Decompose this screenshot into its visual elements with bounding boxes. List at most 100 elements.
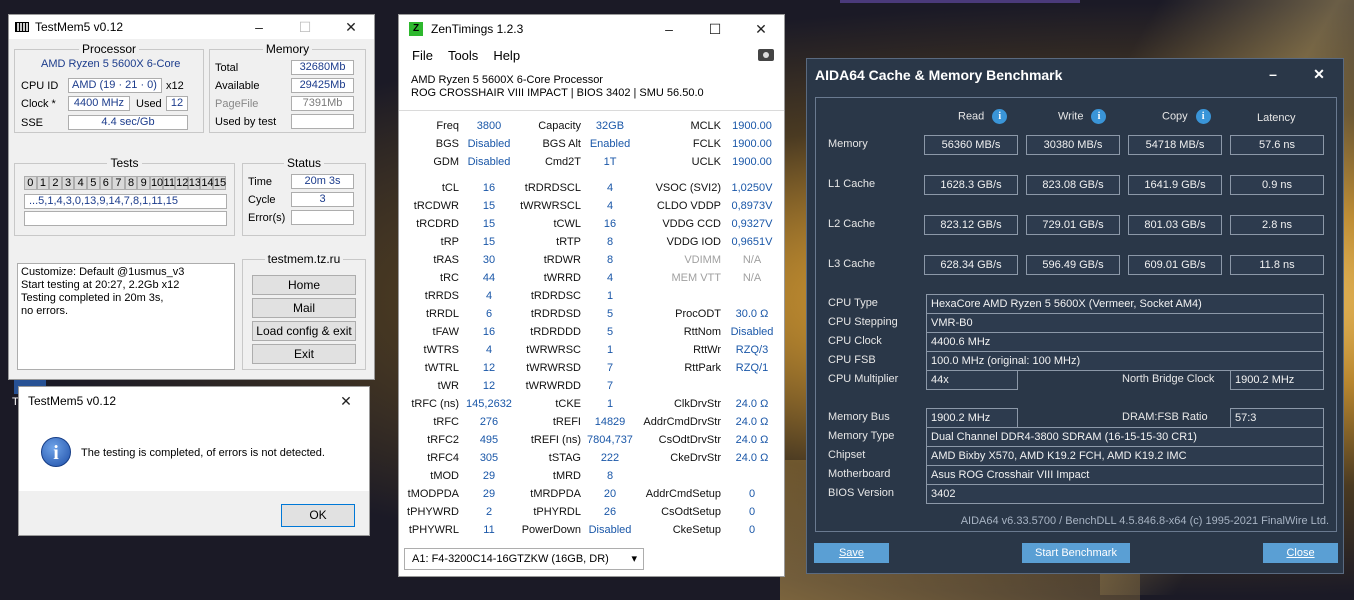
nb-clock-value: 1900.2 MHz — [1230, 370, 1324, 390]
test-cell: 5 — [86, 176, 100, 190]
bench-copy-value: 1641.9 GB/s — [1128, 175, 1222, 195]
timing-value: 15 — [482, 200, 496, 212]
bench-read-value: 1628.3 GB/s — [924, 175, 1018, 195]
start-benchmark-button[interactable]: Start Benchmark — [1022, 543, 1130, 563]
timing-label: tMODPDA — [407, 488, 459, 500]
timing-label: tRDRDSCL — [524, 182, 581, 194]
timing-value: 12 — [482, 362, 496, 374]
read-info-icon[interactable]: i — [992, 109, 1008, 124]
status-group: Status Time 20m 3s Cycle 3 Error(s) — [242, 156, 366, 236]
timing-label: tRFC2 — [427, 434, 459, 446]
home-button[interactable]: Home — [252, 275, 356, 295]
camera-icon[interactable] — [758, 49, 774, 61]
save-button[interactable]: Save — [814, 543, 889, 563]
aida-titlebar[interactable]: AIDA64 Cache & Memory Benchmark – ✕ — [807, 59, 1343, 91]
timing-row: tRRDL 6 tRDRDSD 5 ProcODT 30.0 Ω — [399, 305, 786, 323]
total-field: 32680Mb — [291, 60, 354, 75]
bench-write-value: 30380 MB/s — [1026, 135, 1120, 155]
menu-file[interactable]: File — [412, 48, 433, 63]
header-write: Write i — [1058, 109, 1107, 124]
menu-help[interactable]: Help — [493, 48, 520, 63]
zentimings-titlebar[interactable]: Z ZenTimings 1.2.3 – ☐ ✕ — [399, 15, 784, 43]
test-cell: 3 — [61, 176, 75, 190]
timing-value: 5 — [606, 326, 614, 338]
timing-value: 7 — [606, 380, 614, 392]
zt-minimize-button[interactable]: – — [646, 15, 692, 43]
timing-label: tWR — [437, 380, 459, 392]
minimize-button[interactable]: – — [236, 15, 282, 39]
zt-close-button[interactable]: ✕ — [738, 15, 784, 43]
bench-latency-value: 57.6 ns — [1230, 135, 1324, 155]
zt-maximize-button[interactable]: ☐ — [692, 15, 738, 43]
errors-label: Error(s) — [248, 212, 286, 224]
timing-label: GDM — [433, 156, 459, 168]
aida-close-button[interactable]: ✕ — [1299, 59, 1339, 89]
zt-system-info: AMD Ryzen 5 5600X 6-Core Processor ROG C… — [399, 67, 784, 111]
timing-label: tRDWR — [543, 254, 581, 266]
bench-write-value: 596.49 GB/s — [1026, 255, 1120, 275]
mem-bus-value: 1900.2 MHz — [926, 408, 1018, 428]
test-cell: 9 — [137, 176, 150, 190]
site-link[interactable]: testmem.tz.ru — [264, 252, 344, 266]
test-cell: 1 — [36, 176, 50, 190]
write-info-icon[interactable]: i — [1091, 109, 1107, 124]
ok-button[interactable]: OK — [281, 504, 355, 527]
timing-label: CkeSetup — [672, 524, 721, 536]
pagefile-field: 7391Mb — [291, 96, 354, 111]
timing-label: tREFI (ns) — [530, 434, 581, 446]
mobo-label: Motherboard — [828, 468, 891, 480]
timing-value: 12 — [482, 380, 496, 392]
close-button[interactable]: ✕ — [328, 15, 374, 39]
copy-info-icon[interactable]: i — [1195, 109, 1211, 124]
aida-minimize-button[interactable]: – — [1253, 59, 1293, 89]
header-copy: Copy i — [1162, 109, 1211, 124]
timing-label: Freq — [436, 120, 459, 132]
cpu-clock-label: CPU Clock — [828, 335, 882, 347]
timing-label: tPHYWRD — [407, 506, 459, 518]
timing-label: tWRWRSD — [526, 362, 581, 374]
timing-label: tWRWRSCL — [520, 200, 581, 212]
bench-latency-value: 2.8 ns — [1230, 215, 1324, 235]
timing-value: 30 — [482, 254, 496, 266]
mem-bus-label: Memory Bus — [828, 411, 890, 423]
timing-label: RttWr — [693, 344, 721, 356]
dialog-close-button[interactable]: ✕ — [323, 387, 369, 415]
testmem-window: TestMem5 v0.12 – ☐ ✕ Processor AMD Ryzen… — [8, 14, 375, 380]
timing-value: 276 — [479, 416, 499, 428]
timing-label: VDDG CCD — [662, 218, 721, 230]
dram-ratio-value: 57:3 — [1230, 408, 1324, 428]
dialog-title: TestMem5 v0.12 — [28, 394, 117, 408]
memory-group: Memory Total 32680Mb Available 29425Mb P… — [209, 42, 366, 133]
timing-label: tFAW — [432, 326, 459, 338]
cpu-type-label: CPU Type — [828, 297, 878, 309]
load-config-exit-button[interactable]: Load config & exit — [252, 321, 356, 341]
mobo-value: Asus ROG Crosshair VIII Impact — [926, 465, 1324, 485]
dialog-titlebar[interactable]: TestMem5 v0.12 ✕ — [19, 387, 369, 415]
bench-write-value: 729.01 GB/s — [1026, 215, 1120, 235]
timing-value: 0 — [748, 488, 756, 500]
time-field: 20m 3s — [291, 174, 354, 189]
testmem-titlebar[interactable]: TestMem5 v0.12 – ☐ ✕ — [9, 15, 374, 39]
sse-field: 4.4 sec/Gb — [68, 115, 188, 130]
timing-label: tPHYWRL — [408, 524, 459, 536]
timing-label: CLDO VDDP — [656, 200, 721, 212]
close-button-aida[interactable]: Close — [1263, 543, 1338, 563]
cpuid-field: AMD (19 · 21 · 0) — [68, 78, 162, 93]
usedbytest-label: Used by test — [215, 116, 277, 128]
exit-button[interactable]: Exit — [252, 344, 356, 364]
mail-button[interactable]: Mail — [252, 298, 356, 318]
chipset-label: Chipset — [828, 449, 866, 461]
menu-tools[interactable]: Tools — [448, 48, 478, 63]
timing-value: 1 — [606, 398, 614, 410]
memory-chip-icon — [15, 22, 29, 32]
timing-value: 7 — [606, 362, 614, 374]
timing-value: 4 — [606, 200, 614, 212]
timing-value: 24.0 Ω — [735, 452, 769, 464]
module-select[interactable]: A1: F4-3200C14-16GTZKW (16GB, DR) — [404, 548, 644, 570]
info-icon: i — [41, 437, 71, 467]
bench-copy-value: 609.01 GB/s — [1128, 255, 1222, 275]
dialog-body: i The testing is completed, of errors is… — [19, 415, 369, 491]
timing-label: AddrCmdDrvStr — [643, 416, 721, 428]
timing-value: 305 — [479, 452, 499, 464]
links-group: testmem.tz.ru Home Mail Load config & ex… — [242, 252, 366, 370]
